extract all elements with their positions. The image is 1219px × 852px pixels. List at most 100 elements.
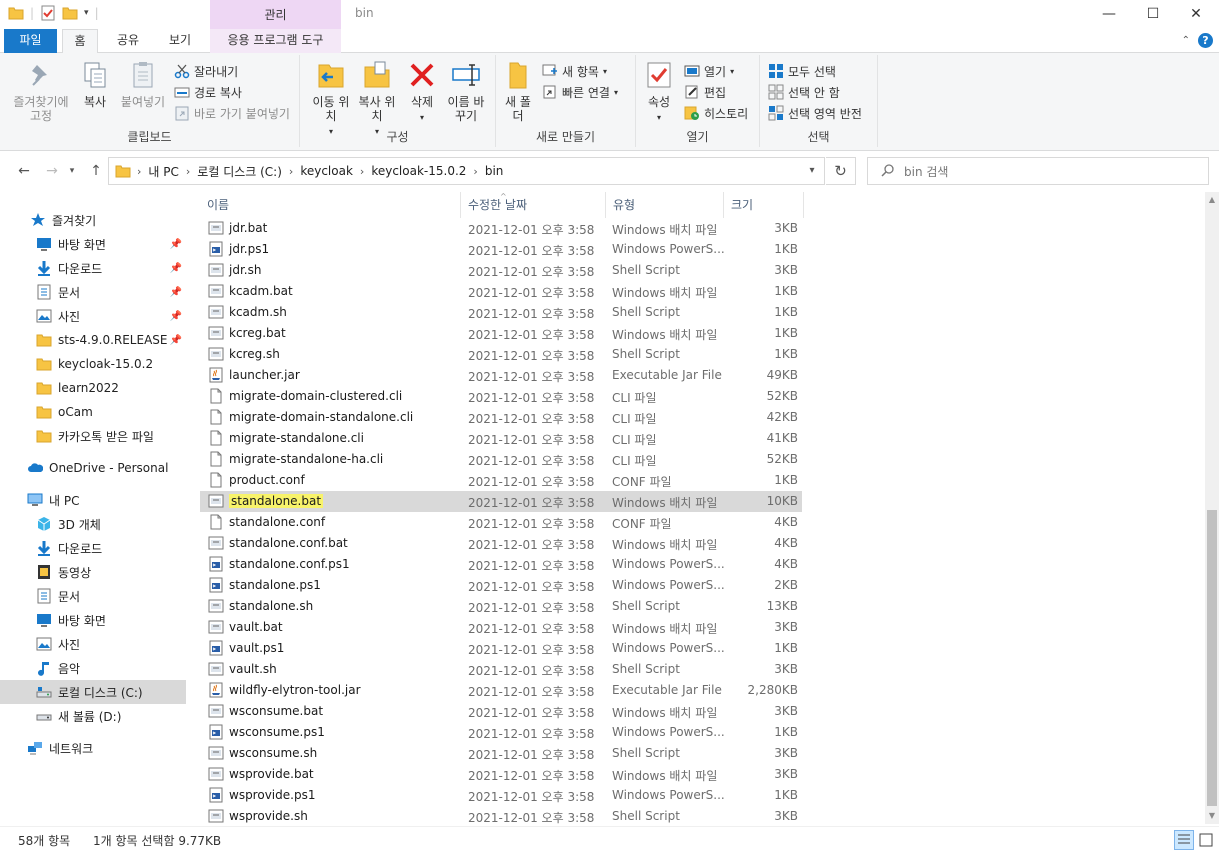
large-icons-view-button[interactable] (1196, 830, 1216, 850)
table-row[interactable]: jdr.bat 2021-12-01 오후 3:58 Windows 배치 파일 3K… (200, 218, 802, 239)
nav-pc-pictures[interactable]: 사진 (0, 632, 186, 656)
properties-button[interactable]: 속성 ▾ (642, 59, 676, 125)
table-row[interactable]: product.conf 2021-12-01 오후 3:58 CONF 파일 1KB (200, 470, 802, 491)
address-bar[interactable]: › 내 PC › 로컬 디스크 (C:) › keycloak › keyclo… (108, 157, 825, 185)
properties-check-icon[interactable] (40, 5, 56, 21)
nav-network[interactable]: 네트워크 (0, 736, 186, 760)
ribbon-collapse-icon[interactable]: ⌃ (1182, 35, 1190, 46)
breadcrumb-keycloak-version[interactable]: keycloak-15.0.2 (371, 164, 466, 178)
breadcrumb-keycloak[interactable]: keycloak (300, 164, 353, 178)
nav-pc-videos[interactable]: 동영상 (0, 560, 186, 584)
refresh-button[interactable]: ↻ (826, 157, 856, 185)
nav-quick-learn2022[interactable]: learn2022 (0, 376, 186, 400)
select-none-button[interactable]: 선택 안 함 (768, 82, 840, 102)
breadcrumb-this-pc[interactable]: 내 PC (148, 163, 178, 180)
search-input[interactable]: bin 검색 (867, 157, 1209, 185)
copy-to-button[interactable]: 복사 위치 ▾ (356, 59, 398, 139)
nav-quick-downloads[interactable]: 다운로드 📌 (0, 256, 186, 280)
paste-button[interactable]: 붙여넣기 (116, 59, 170, 109)
table-row[interactable]: standalone.sh 2021-12-01 오후 3:58 Shell Scr… (200, 596, 802, 617)
pin-icon[interactable]: 📌 (170, 239, 182, 250)
table-row[interactable]: migrate-domain-standalone.cli 2021-12-01 … (200, 407, 802, 428)
paste-shortcut-button[interactable]: 바로 가기 붙여넣기 (174, 103, 290, 123)
nav-onedrive[interactable]: OneDrive - Personal (0, 456, 186, 480)
nav-quick-sts[interactable]: sts-4.9.0.RELEASE 📌 (0, 328, 186, 352)
pin-icon[interactable]: 📌 (170, 263, 182, 274)
nav-quick-ocam[interactable]: oCam (0, 400, 186, 424)
new-item-button[interactable]: 새 항목 ▾ (542, 61, 607, 81)
column-header-size[interactable]: 크기 (724, 192, 804, 218)
pin-icon[interactable]: 📌 (170, 287, 182, 298)
nav-quick-documents[interactable]: 문서 📌 (0, 280, 186, 304)
table-row[interactable]: standalone.conf.ps1 2021-12-01 오후 3:58 Win… (200, 554, 802, 575)
delete-button[interactable]: 삭제 ▾ (404, 59, 440, 125)
nav-quick-kakao[interactable]: 카카오톡 받은 파일 (0, 424, 186, 448)
tab-app-tools[interactable]: 응용 프로그램 도구 (210, 29, 341, 53)
table-row[interactable]: wsprovide.ps1 2021-12-01 오후 3:58 Windows P… (200, 785, 802, 806)
table-row[interactable]: wsprovide.bat 2021-12-01 오후 3:58 Windows 배… (200, 764, 802, 785)
nav-quick-keycloak[interactable]: keycloak-15.0.2 (0, 352, 186, 376)
details-view-button[interactable] (1174, 830, 1194, 850)
pin-icon[interactable]: 📌 (170, 335, 182, 346)
nav-this-pc[interactable]: 내 PC (0, 488, 186, 512)
table-row[interactable]: standalone.conf 2021-12-01 오후 3:58 CONF 파일… (200, 512, 802, 533)
forward-button[interactable]: → (42, 161, 62, 181)
nav-pc-music[interactable]: 음악 (0, 656, 186, 680)
easy-access-button[interactable]: 빠른 연결 ▾ (542, 82, 618, 102)
table-row[interactable]: kcadm.bat 2021-12-01 오후 3:58 Windows 배치 파일… (200, 281, 802, 302)
table-row[interactable]: kcreg.bat 2021-12-01 오후 3:58 Windows 배치 파일… (200, 323, 802, 344)
new-folder-button[interactable]: 새 폴더 (502, 59, 534, 123)
nav-pc-3d[interactable]: 3D 개체 (0, 512, 186, 536)
close-button[interactable]: ✕ (1173, 0, 1219, 30)
table-row[interactable]: launcher.jar 2021-12-01 오후 3:58 Executable… (200, 365, 802, 386)
nav-pc-local-disk[interactable]: 로컬 디스크 (C:) (0, 680, 186, 704)
table-row[interactable]: wsprovide.sh 2021-12-01 오후 3:58 Shell Scri… (200, 806, 802, 827)
qat-dropdown-icon[interactable]: ▾ (84, 8, 89, 18)
invert-selection-button[interactable]: 선택 영역 반전 (768, 103, 862, 123)
minimize-button[interactable]: — (1086, 0, 1132, 30)
copy-path-button[interactable]: 경로 복사 (174, 82, 242, 102)
scroll-down-icon[interactable]: ▼ (1205, 808, 1219, 824)
tab-file[interactable]: 파일 (4, 29, 57, 53)
table-row[interactable]: migrate-standalone.cli 2021-12-01 오후 3:58… (200, 428, 802, 449)
tab-share[interactable]: 공유 (108, 29, 148, 53)
table-row[interactable]: kcadm.sh 2021-12-01 오후 3:58 Shell Script 1K… (200, 302, 802, 323)
help-icon[interactable]: ? (1198, 33, 1213, 48)
table-row[interactable]: standalone.conf.bat 2021-12-01 오후 3:58 Win… (200, 533, 802, 554)
column-header-date[interactable]: 수정한 날짜 (461, 192, 606, 218)
rename-button[interactable]: 이름 바꾸기 (444, 59, 488, 123)
table-row[interactable]: wsconsume.bat 2021-12-01 오후 3:58 Windows 배… (200, 701, 802, 722)
open-button[interactable]: 열기 ▾ (684, 61, 734, 81)
table-row[interactable]: vault.ps1 2021-12-01 오후 3:58 Windows Power… (200, 638, 802, 659)
table-row[interactable]: standalone.bat 2021-12-01 오후 3:58 Windows … (200, 491, 802, 512)
nav-pc-downloads[interactable]: 다운로드 (0, 536, 186, 560)
pin-quick-access-button[interactable]: 즐겨찾기에 고정 (8, 59, 74, 123)
back-button[interactable]: ← (14, 161, 34, 181)
nav-pc-new-volume[interactable]: 새 볼륨 (D:) (0, 704, 186, 728)
table-row[interactable]: jdr.sh 2021-12-01 오후 3:58 Shell Script 3KB (200, 260, 802, 281)
edit-button[interactable]: 편집 (684, 82, 726, 102)
pin-icon[interactable]: 📌 (170, 311, 182, 322)
vertical-scrollbar[interactable]: ▲ ▼ (1205, 192, 1219, 824)
table-row[interactable]: migrate-standalone-ha.cli 2021-12-01 오후 3… (200, 449, 802, 470)
column-header-type[interactable]: 유형 (606, 192, 724, 218)
table-row[interactable]: vault.sh 2021-12-01 오후 3:58 Shell Script 3K… (200, 659, 802, 680)
breadcrumb-bin[interactable]: bin (485, 164, 504, 178)
column-header-name[interactable]: 이름 (200, 192, 461, 218)
table-row[interactable]: jdr.ps1 2021-12-01 오후 3:58 Windows PowerS.… (200, 239, 802, 260)
nav-quick-pictures[interactable]: 사진 📌 (0, 304, 186, 328)
maximize-button[interactable]: ☐ (1130, 0, 1176, 30)
table-row[interactable]: standalone.ps1 2021-12-01 오후 3:58 Windows … (200, 575, 802, 596)
cut-button[interactable]: 잘라내기 (174, 61, 238, 81)
scroll-up-icon[interactable]: ▲ (1205, 192, 1219, 208)
tab-home[interactable]: 홈 (62, 29, 98, 54)
scroll-thumb[interactable] (1207, 510, 1217, 806)
table-row[interactable]: kcreg.sh 2021-12-01 오후 3:58 Shell Script 1K… (200, 344, 802, 365)
nav-quick-desktop[interactable]: 바탕 화면 📌 (0, 232, 186, 256)
nav-pc-documents[interactable]: 문서 (0, 584, 186, 608)
history-button[interactable]: 히스토리 (684, 103, 748, 123)
breadcrumb-local-disk[interactable]: 로컬 디스크 (C:) (197, 163, 282, 180)
table-row[interactable]: vault.bat 2021-12-01 오후 3:58 Windows 배치 파일… (200, 617, 802, 638)
new-folder-icon[interactable] (62, 5, 78, 21)
table-row[interactable]: wsconsume.ps1 2021-12-01 오후 3:58 Windows P… (200, 722, 802, 743)
